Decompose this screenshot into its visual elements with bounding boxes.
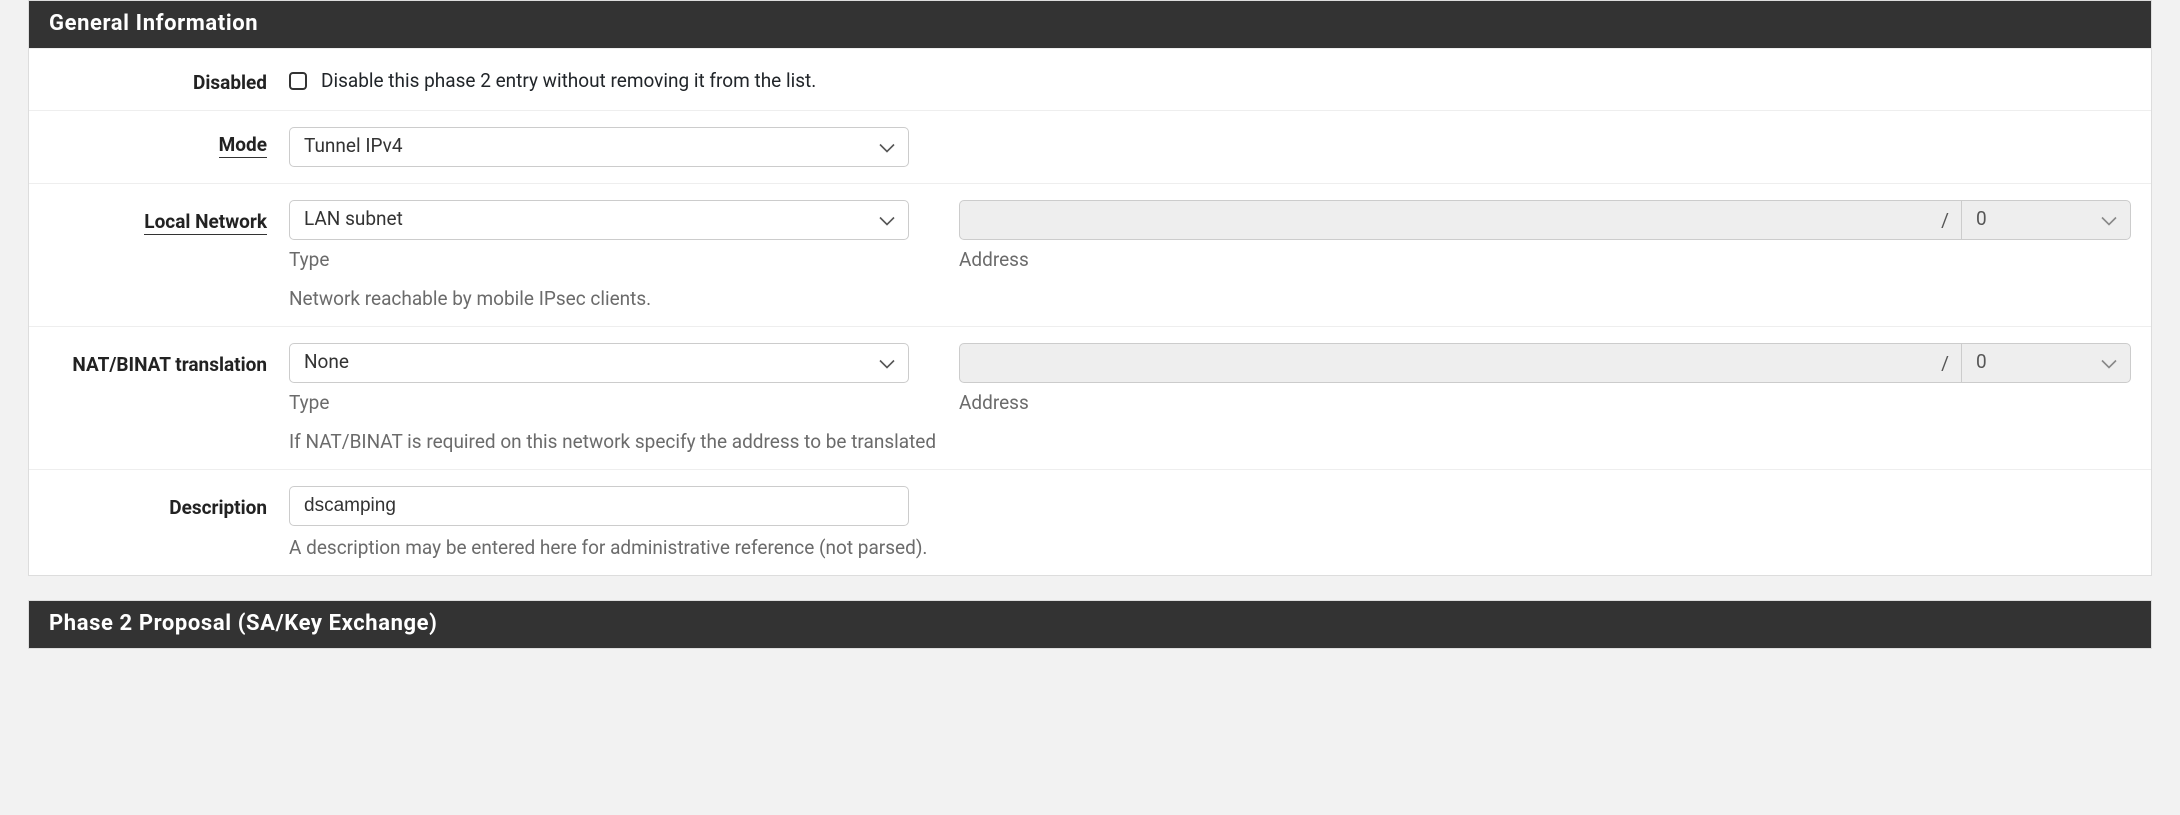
label-disabled: Disabled <box>29 65 289 94</box>
local-network-type-caption: Type <box>289 248 909 271</box>
label-mode: Mode <box>29 127 289 156</box>
natbinat-help: If NAT/BINAT is required on this network… <box>289 430 2131 453</box>
panel-phase2-proposal: Phase 2 Proposal (SA/Key Exchange) <box>28 600 2152 649</box>
local-network-type-select[interactable]: LAN subnet <box>289 200 909 240</box>
label-local-network: Local Network <box>29 200 289 233</box>
natbinat-type-select[interactable]: None <box>289 343 909 383</box>
row-mode: Mode Tunnel IPv4 <box>29 110 2151 183</box>
label-natbinat: NAT/BINAT translation <box>29 343 289 376</box>
natbinat-address-input[interactable] <box>959 343 1929 383</box>
panel-heading-phase2: Phase 2 Proposal (SA/Key Exchange) <box>29 601 2151 648</box>
row-natbinat: NAT/BINAT translation None Type <box>29 326 2151 469</box>
description-help: A description may be entered here for ad… <box>289 536 2131 559</box>
natbinat-address-group: / 0 <box>959 343 2131 383</box>
natbinat-address-caption: Address <box>959 391 2131 414</box>
local-network-address-input[interactable] <box>959 200 1929 240</box>
local-network-help: Network reachable by mobile IPsec client… <box>289 287 2131 310</box>
disabled-checkbox-text: Disable this phase 2 entry without remov… <box>321 69 816 92</box>
description-input[interactable] <box>289 486 909 526</box>
row-local-network: Local Network LAN subnet Type <box>29 183 2151 326</box>
row-description: Description A description may be entered… <box>29 469 2151 575</box>
panel-general-information: General Information Disabled Disable thi… <box>28 0 2152 576</box>
local-network-mask-select[interactable]: 0 <box>1961 200 2131 240</box>
mode-select[interactable]: Tunnel IPv4 <box>289 127 909 167</box>
disabled-checkbox[interactable] <box>289 72 307 90</box>
label-description: Description <box>29 486 289 519</box>
natbinat-type-caption: Type <box>289 391 909 414</box>
natbinat-mask-select[interactable]: 0 <box>1961 343 2131 383</box>
row-disabled: Disabled Disable this phase 2 entry with… <box>29 48 2151 110</box>
local-network-address-caption: Address <box>959 248 2131 271</box>
panel-heading-general: General Information <box>29 1 2151 48</box>
slash-separator: / <box>1929 343 1961 383</box>
slash-separator: / <box>1929 200 1961 240</box>
local-network-address-group: / 0 <box>959 200 2131 240</box>
